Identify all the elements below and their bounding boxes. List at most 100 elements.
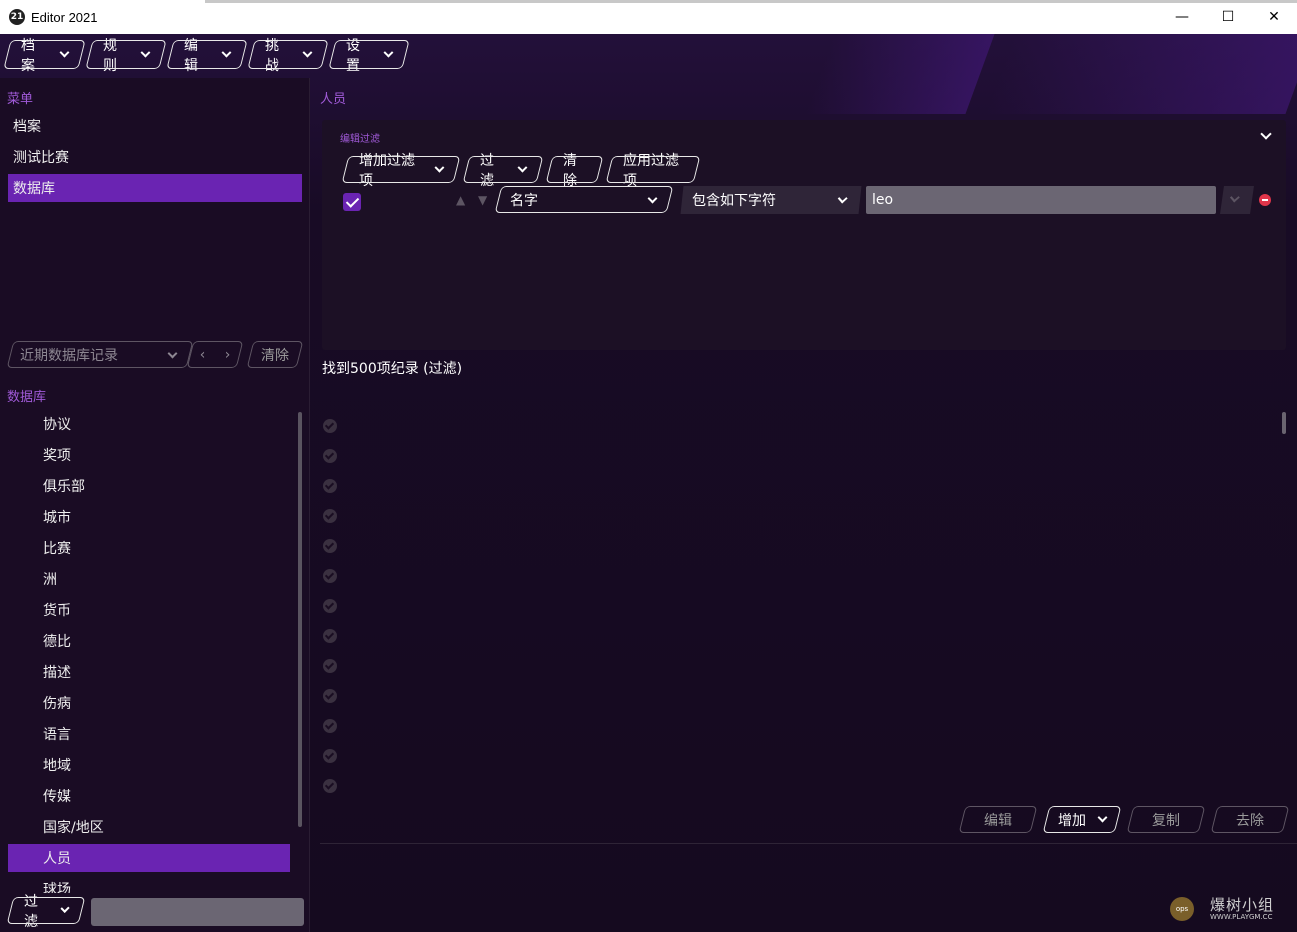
maximize-button[interactable]: ☐ [1205,0,1251,34]
row-select-icon[interactable] [323,779,337,793]
chevron-down-icon [517,162,528,173]
title-progress-line [205,0,1297,3]
chevron-down-icon [140,47,151,58]
apply-filter-label: 应用过滤项 [623,152,679,189]
collapse-chevron-icon[interactable] [1260,128,1272,140]
chevron-down-icon [383,47,394,58]
row-select-icon[interactable] [323,749,337,763]
menu-label: 档案 [21,37,35,74]
row-select-icon[interactable] [323,629,337,643]
results-count: 找到500项纪录 (过滤) [322,361,463,377]
row-select-icon[interactable] [323,659,337,673]
db-item-competitions[interactable]: 比赛 [8,534,290,562]
results-list [322,412,1286,802]
watermark-logo-icon: ops [1170,897,1194,921]
filter-panel-label: 编辑过滤 [340,134,380,145]
window-controls: — ☐ ✕ [1159,0,1297,34]
clear-filter-label: 清除 [563,152,577,189]
chevron-down-icon [1229,192,1240,203]
menu-rules-button[interactable]: 规则 [89,38,163,74]
move-down-icon[interactable]: ▼ [478,193,487,207]
row-select-icon[interactable] [323,419,337,433]
filter-rule-enabled-checkbox[interactable] [343,193,361,211]
menu-file-button[interactable]: 档案 [7,38,82,74]
close-button[interactable]: ✕ [1251,0,1297,34]
sidebar-filter-button[interactable]: 过滤 [10,894,82,930]
db-item-clubs[interactable]: 俱乐部 [8,472,290,500]
filter-toolbar: 增加过滤项 过滤 清除 应用过滤项 [345,153,697,189]
db-item-currencies[interactable]: 货币 [8,596,290,624]
chevron-down-icon [1097,812,1108,823]
row-select-icon[interactable] [323,719,337,733]
sidebar-menu-title: 菜单 [7,92,34,107]
results-scrollbar[interactable] [1282,412,1286,434]
chevron-down-icon [434,162,445,173]
move-up-icon[interactable]: ▲ [456,193,465,207]
remove-rule-icon[interactable] [1259,194,1271,206]
apply-filter-button[interactable]: 应用过滤项 [609,153,697,189]
chevron-down-icon [302,47,313,58]
sidebar-database-title: 数据库 [7,390,47,405]
row-select-icon[interactable] [323,689,337,703]
row-select-icon[interactable] [323,539,337,553]
db-item-agreements[interactable]: 协议 [8,410,290,438]
db-item-descriptions[interactable]: 描述 [8,658,290,686]
recent-database-placeholder: 近期数据库记录 [20,347,118,364]
clear-filter-button[interactable]: 清除 [549,153,600,189]
row-select-icon[interactable] [323,479,337,493]
db-item-derbies[interactable]: 德比 [8,627,290,655]
watermark-url: WWW.PLAYGM.CC [1210,913,1273,921]
sidebar-item-file[interactable]: 档案 [8,112,302,140]
db-item-stadiums[interactable]: 球场 [8,875,290,893]
filter-value-input[interactable]: leo [866,186,1216,214]
recent-database-dropdown[interactable]: 近期数据库记录 [10,341,190,368]
delete-record-label: 去除 [1236,812,1264,829]
back-arrow-icon[interactable]: ‹ [190,341,215,368]
minimize-button[interactable]: — [1159,0,1205,34]
db-item-nations[interactable]: 国家/地区 [8,813,290,841]
db-item-regions[interactable]: 地域 [8,751,290,779]
filter-condition-value: 包含如下字符 [692,193,776,209]
clear-recent-button[interactable]: 清除 [250,341,300,368]
db-item-media[interactable]: 传媒 [8,782,290,810]
copy-record-button[interactable]: 复制 [1130,806,1202,833]
chevron-down-icon [59,47,70,58]
sidebar-scrollbar[interactable] [298,412,302,827]
db-item-languages[interactable]: 语言 [8,720,290,748]
history-nav: ‹ › [190,341,240,368]
db-item-continents[interactable]: 洲 [8,565,290,593]
window-title: Editor 2021 [31,9,98,25]
filter-field-select[interactable]: 名字 [498,186,670,213]
filter-menu-button[interactable]: 过滤 [466,153,540,189]
delete-record-button[interactable]: 去除 [1214,806,1286,833]
db-item-people[interactable]: 人员 [8,844,290,872]
title-bar: 21 Editor 2021 — ☐ ✕ [0,0,1297,34]
copy-record-label: 复制 [1152,812,1180,829]
filter-menu-label: 过滤 [480,152,494,189]
row-select-icon[interactable] [323,599,337,613]
sidebar-search-input[interactable] [91,898,304,926]
row-select-icon[interactable] [323,569,337,583]
page-title: 人员 [320,92,347,107]
add-record-button[interactable]: 增加 [1046,806,1118,833]
add-filter-button[interactable]: 增加过滤项 [345,153,457,189]
edit-record-label: 编辑 [984,812,1012,829]
db-item-cities[interactable]: 城市 [8,503,290,531]
filter-panel: 编辑过滤 [322,120,1286,350]
row-select-icon[interactable] [323,509,337,523]
menu-edit-button[interactable]: 编辑 [170,38,244,74]
menu-settings-button[interactable]: 设置 [332,38,406,74]
db-item-injuries[interactable]: 伤病 [8,689,290,717]
row-select-icon[interactable] [323,449,337,463]
sidebar-item-test-match[interactable]: 测试比赛 [8,143,302,171]
filter-condition-select[interactable]: 包含如下字符 [680,186,862,214]
sidebar-item-database[interactable]: 数据库 [8,174,302,202]
menu-challenge-button[interactable]: 挑战 [251,38,325,74]
edit-record-button[interactable]: 编辑 [962,806,1034,833]
forward-arrow-icon[interactable]: › [215,341,240,368]
record-actions: 编辑 增加 复制 去除 [962,806,1286,833]
filter-field-value: 名字 [510,192,538,209]
db-item-awards[interactable]: 奖项 [8,441,290,469]
filter-value-dropdown[interactable] [1220,186,1254,214]
bottom-divider [320,843,1297,844]
